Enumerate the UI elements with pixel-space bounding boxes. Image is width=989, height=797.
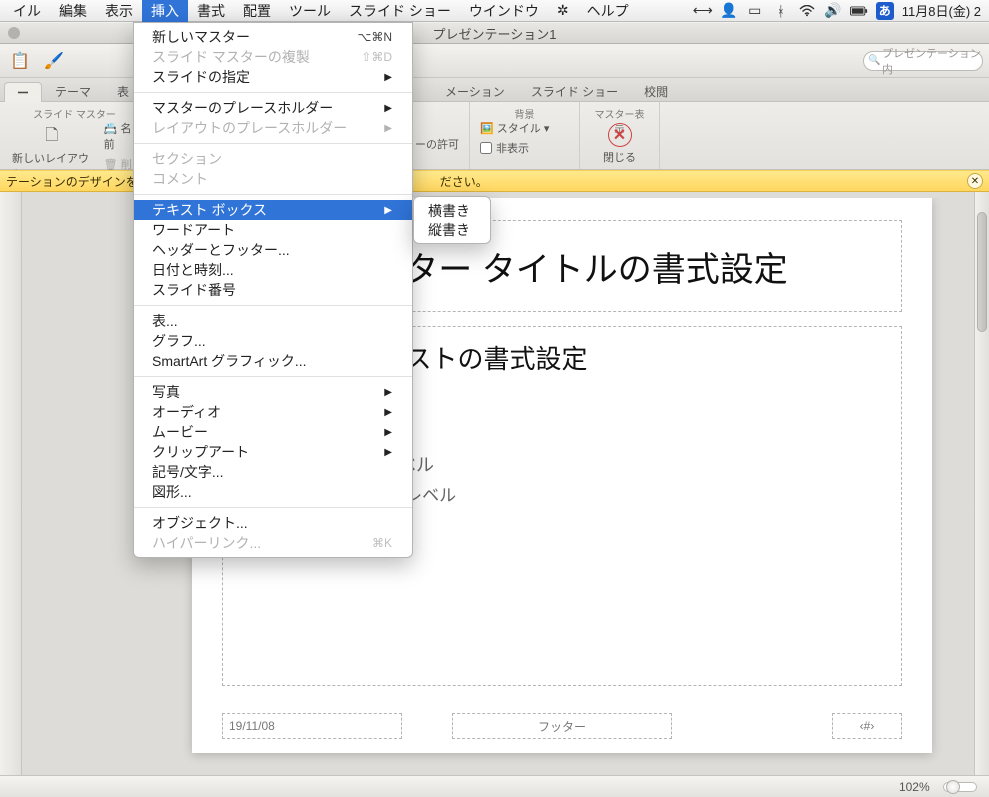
- insert-menu-item[interactable]: テキスト ボックス▶: [134, 200, 412, 220]
- bg-hide-checkbox[interactable]: 非表示: [480, 140, 529, 156]
- insert-menu-item[interactable]: マスターのプレースホルダー▶: [134, 98, 412, 118]
- menu-format[interactable]: 書式: [188, 0, 234, 22]
- insert-menu-item[interactable]: ムービー▶: [134, 422, 412, 442]
- group-slidemaster-label: スライド マスター: [10, 106, 139, 120]
- rename-icon: 📇: [104, 123, 118, 135]
- search-input[interactable]: プレゼンテーション内: [863, 51, 983, 71]
- insert-menu-item: レイアウトのプレースホルダー▶: [134, 118, 412, 138]
- insert-menu-item[interactable]: 日付と時刻...: [134, 260, 412, 280]
- insert-menu-item[interactable]: クリップアート▶: [134, 442, 412, 462]
- scrollbar-thumb[interactable]: [977, 212, 987, 332]
- placeholder-number[interactable]: ‹#›: [832, 713, 902, 739]
- ribbon-tab-theme[interactable]: テーマ: [42, 81, 104, 101]
- menu-window[interactable]: ウインドウ: [460, 0, 548, 22]
- info-bar-text-right: ださい。: [440, 173, 488, 190]
- status-clock[interactable]: 11月8日(金) 2: [898, 1, 985, 20]
- window-title: プレゼンテーション1: [433, 24, 557, 43]
- status-wifi-icon[interactable]: [798, 2, 816, 20]
- status-bar: 102%: [0, 775, 989, 797]
- menu-help[interactable]: ヘルプ: [578, 0, 638, 22]
- vertical-scrollbar[interactable]: [974, 192, 989, 775]
- menu-slideshow[interactable]: スライド ショー: [340, 0, 460, 22]
- zoom-value: 102%: [899, 780, 930, 794]
- slidenav-strip[interactable]: [0, 192, 22, 775]
- status-ime-icon[interactable]: あ: [876, 2, 894, 20]
- bg-style-button[interactable]: 🖼️ スタイル ▾: [480, 120, 549, 136]
- insert-menu-item[interactable]: 表...: [134, 311, 412, 331]
- status-user-icon[interactable]: 👤: [720, 2, 738, 20]
- insert-menu-item: コメント: [134, 169, 412, 189]
- menu-file[interactable]: イル: [4, 0, 50, 22]
- insert-menu-item: ハイパーリンク...⌘K: [134, 533, 412, 553]
- zoom-knob[interactable]: [946, 780, 960, 794]
- close-label: 閉じる: [603, 149, 636, 165]
- close-icon: ✕: [608, 123, 632, 147]
- titlebar-button-icon[interactable]: [8, 27, 20, 39]
- group-masterview-label: マスター表示: [590, 106, 649, 120]
- insert-menu-item[interactable]: 図形...: [134, 482, 412, 502]
- menu-insert[interactable]: 挿入: [142, 0, 188, 22]
- insert-menu-item[interactable]: オブジェクト...: [134, 513, 412, 533]
- group-bg-label: 背景: [480, 106, 569, 120]
- insert-menu-item: セクション: [134, 149, 412, 169]
- status-volume-icon[interactable]: 🔊: [824, 2, 842, 20]
- menu-arrange[interactable]: 配置: [234, 0, 280, 22]
- menu-view[interactable]: 表示: [96, 0, 142, 22]
- ribbon-tab-review[interactable]: 校閲: [631, 81, 681, 101]
- textbox-submenu: 横書き 縦書き: [413, 196, 491, 244]
- info-bar-text-left: テーションのデザインを変: [6, 173, 150, 190]
- insert-menu-item[interactable]: 写真▶: [134, 382, 412, 402]
- status-bluetooth-icon[interactable]: ᚼ: [772, 2, 790, 20]
- mac-menubar: イル 編集 表示 挿入 書式 配置 ツール スライド ショー ウインドウ ✲ ヘ…: [0, 0, 989, 22]
- status-battery-icon[interactable]: [850, 2, 868, 20]
- zoom-slider[interactable]: [943, 782, 977, 792]
- menu-edit[interactable]: 編集: [50, 0, 96, 22]
- insert-menu-item[interactable]: 新しいマスター⌥⌘N: [134, 27, 412, 47]
- zoom-control[interactable]: 102%: [899, 780, 977, 794]
- insert-menu-item[interactable]: ヘッダーとフッター...: [134, 240, 412, 260]
- placeholder-footer[interactable]: フッター: [452, 713, 672, 739]
- insert-menu-item: スライド マスターの複製⇧⌘D: [134, 47, 412, 67]
- placeholder-date[interactable]: 19/11/08: [222, 713, 402, 739]
- menu-scripts[interactable]: ✲: [548, 0, 578, 22]
- info-bar-close-button[interactable]: ✕: [967, 173, 983, 189]
- insert-menu-item[interactable]: グラフ...: [134, 331, 412, 351]
- insert-menu-item[interactable]: SmartArt グラフィック...: [134, 351, 412, 371]
- insert-menu-item[interactable]: オーディオ▶: [134, 402, 412, 422]
- bg-style-icon: 🖼️: [480, 123, 494, 135]
- close-masterview-button[interactable]: ✕ 閉じる: [601, 121, 638, 167]
- format-painter-icon[interactable]: 🖌️: [40, 48, 68, 74]
- textbox-vertical[interactable]: 縦書き: [414, 220, 490, 239]
- insert-menu-item[interactable]: スライドの指定▶: [134, 67, 412, 87]
- ribbon-tab-anim[interactable]: メーション: [432, 81, 518, 101]
- menu-tools[interactable]: ツール: [280, 0, 340, 22]
- textbox-horizontal[interactable]: 横書き: [414, 201, 490, 220]
- insert-menu-item[interactable]: ワードアート: [134, 220, 412, 240]
- new-layout-icon: 🗋: [39, 126, 65, 148]
- status-viewport-icon[interactable]: ⟷: [694, 2, 712, 20]
- body-level-5: » 第 5 レベル: [355, 481, 881, 506]
- status-display-icon[interactable]: ▭: [746, 2, 764, 20]
- insert-menu-dropdown: 新しいマスター⌥⌘Nスライド マスターの複製⇧⌘Dスライドの指定▶ マスターのプレ…: [133, 22, 413, 558]
- insert-menu-item[interactable]: スライド番号: [134, 280, 412, 300]
- insert-menu-item[interactable]: 記号/文字...: [134, 462, 412, 482]
- ribbon-tab-unknown[interactable]: ー: [4, 82, 42, 102]
- paste-icon[interactable]: 📋: [6, 48, 34, 74]
- ribbon-tab-slideshow[interactable]: スライド ショー: [518, 81, 631, 101]
